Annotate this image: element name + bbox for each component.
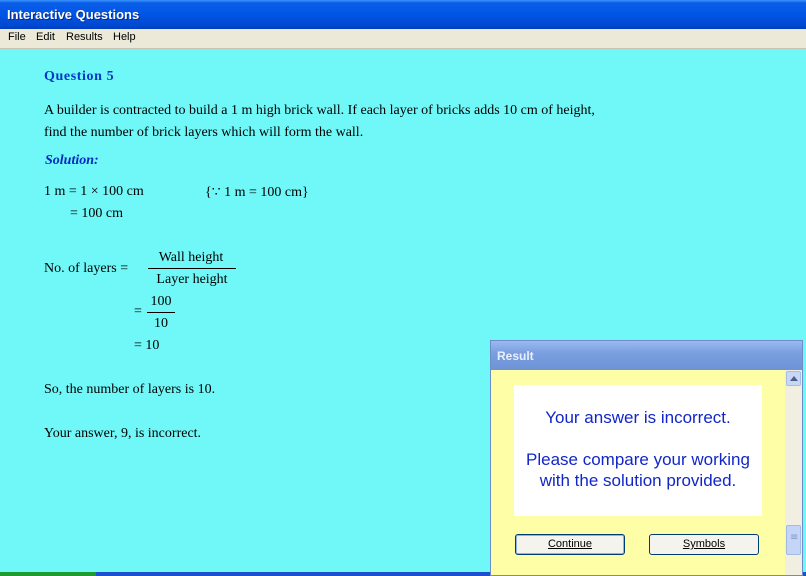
dialog-title: Result: [497, 349, 534, 363]
dialog-title-bar[interactable]: Result: [491, 341, 802, 370]
fraction-1-denominator: Layer height: [156, 272, 228, 287]
dialog-body: Your answer is incorrect. Please compare…: [491, 370, 785, 575]
window-title: Interactive Questions: [7, 7, 140, 22]
menu-edit[interactable]: Edit: [36, 31, 55, 43]
question-title: Question 5: [44, 69, 115, 84]
conversion-line-1: 1 m = 1 × 100 cm: [44, 184, 144, 199]
scroll-up-icon[interactable]: [786, 371, 801, 386]
question-line-2: find the number of brick layers which wi…: [44, 125, 364, 140]
result-line: = 10: [134, 338, 160, 353]
fraction-1-numerator: Wall height: [158, 250, 224, 265]
conversion-line-2: = 100 cm: [70, 206, 123, 221]
conclusion-text: So, the number of layers is 10.: [44, 382, 216, 397]
main-window: Interactive Questions File Edit Results …: [0, 0, 806, 576]
menu-help[interactable]: Help: [113, 31, 136, 43]
fraction-2-numerator: 100: [150, 294, 172, 309]
question-line-1: A builder is contracted to build a 1 m h…: [44, 103, 595, 118]
solution-title: Solution:: [45, 153, 99, 168]
conversion-note: {∵ 1 m = 100 cm}: [205, 185, 309, 200]
title-bar[interactable]: Interactive Questions: [0, 0, 806, 29]
continue-label: Continue: [547, 538, 593, 550]
menu-file[interactable]: File: [8, 31, 26, 43]
menu-results[interactable]: Results: [66, 31, 103, 43]
result-dialog: Result Your answer is incorrect. Please …: [490, 340, 803, 576]
equals-sign: =: [134, 304, 142, 319]
question-text: A builder is contracted to build a 1 m h…: [44, 100, 595, 144]
result-message-2: Please compare your working with the sol…: [526, 450, 750, 490]
result-message-box: Your answer is incorrect. Please compare…: [514, 385, 762, 516]
symbols-label: Symbols: [682, 538, 726, 550]
dialog-scrollbar[interactable]: [785, 370, 802, 575]
your-answer-text: Your answer, 9, is incorrect.: [44, 426, 202, 441]
fraction-2-bar: [147, 312, 175, 313]
fraction-1-bar: [148, 268, 236, 269]
layers-label: No. of layers =: [44, 261, 129, 276]
fraction-2-denominator: 10: [154, 316, 168, 331]
result-message-1: Your answer is incorrect.: [545, 408, 731, 427]
continue-button[interactable]: Continue: [515, 534, 625, 555]
symbols-button[interactable]: Symbols: [649, 534, 759, 555]
menu-bar: File Edit Results Help: [0, 29, 806, 49]
scroll-thumb[interactable]: [786, 525, 801, 555]
